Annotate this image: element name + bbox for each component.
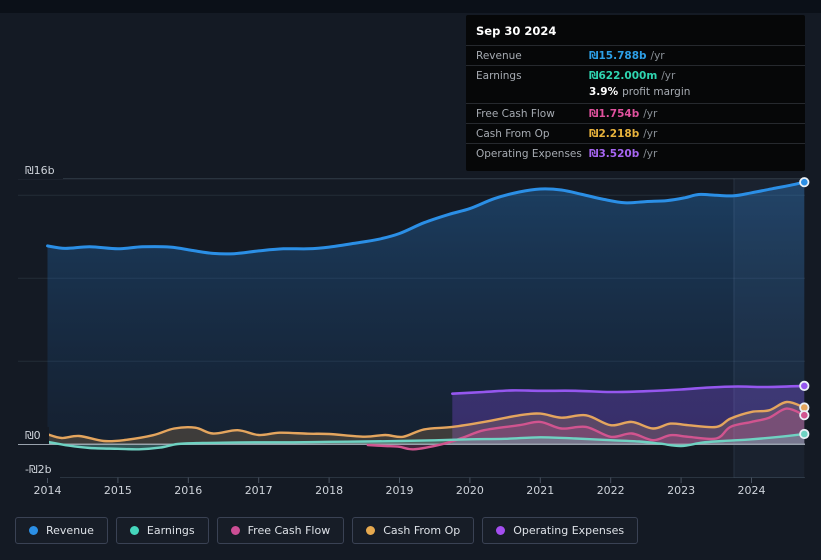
tooltip-date: Sep 30 2024 [466, 15, 805, 45]
legend-item-earnings[interactable]: Earnings [116, 517, 209, 544]
y-axis-label--2: -₪2b [18, 461, 60, 478]
profit-margin-text: profit margin [622, 86, 690, 98]
x-axis-label-2022: 2022 [597, 484, 625, 497]
tooltip-suffix: /yr [643, 108, 657, 120]
cashop-legend-dot-icon [366, 526, 375, 535]
tooltip-label: Revenue [476, 50, 589, 62]
x-axis-label-2024: 2024 [738, 484, 766, 497]
x-axis-label-2016: 2016 [174, 484, 202, 497]
data-tooltip: Sep 30 2024 Revenue₪15.788b/yrEarnings₪6… [466, 15, 805, 171]
tooltip-label: Free Cash Flow [476, 108, 589, 120]
earnings-endpoint-dot [800, 430, 808, 438]
tooltip-label: Operating Expenses [476, 148, 589, 160]
x-axis-label-2021: 2021 [526, 484, 554, 497]
tooltip-value: ₪622.000m [589, 70, 657, 82]
opex-endpoint-dot [800, 382, 808, 390]
legend-label: Operating Expenses [513, 524, 624, 537]
legend-label: Cash From Op [383, 524, 460, 537]
tooltip-row-operating-expenses: Operating Expenses₪3.520b/yr [466, 143, 805, 163]
earnings-legend-dot-icon [130, 526, 139, 535]
y-axis-label-0: ₪0 [18, 427, 49, 444]
tooltip-row-cash-from-op: Cash From Op₪2.218b/yr [466, 123, 805, 143]
x-axis-label-2017: 2017 [245, 484, 273, 497]
opex-legend-dot-icon [496, 526, 505, 535]
y-axis-label-16: ₪16b [18, 162, 63, 179]
legend-item-cashop[interactable]: Cash From Op [352, 517, 474, 544]
tooltip-suffix: /yr [643, 148, 657, 160]
legend-item-opex[interactable]: Operating Expenses [482, 517, 638, 544]
tooltip-label: Cash From Op [476, 128, 589, 140]
tooltip-value: ₪3.520b [589, 148, 639, 160]
tooltip-suffix: /yr [643, 128, 657, 140]
revenue-endpoint-dot [800, 178, 808, 186]
tooltip-suffix: /yr [661, 70, 675, 82]
tooltip-row-earnings: Earnings₪622.000m/yr [466, 65, 805, 85]
x-axis-label-2020: 2020 [456, 484, 484, 497]
legend-label: Earnings [147, 524, 195, 537]
x-axis-label-2015: 2015 [104, 484, 132, 497]
legend-item-revenue[interactable]: Revenue [15, 517, 108, 544]
tooltip-profit-margin: 3.9% profit margin [466, 85, 805, 103]
tooltip-value: ₪15.788b [589, 50, 647, 62]
profit-margin-pct: 3.9% [589, 86, 618, 98]
tooltip-label: Earnings [476, 70, 589, 82]
chart-legend: Revenue Earnings Free Cash Flow Cash From O… [15, 517, 638, 544]
tooltip-value: ₪2.218b [589, 128, 639, 140]
legend-label: Free Cash Flow [248, 524, 331, 537]
x-axis-label-2014: 2014 [34, 484, 62, 497]
tooltip-row-revenue: Revenue₪15.788b/yr [466, 45, 805, 65]
revenue-legend-dot-icon [29, 526, 38, 535]
x-axis-label-2023: 2023 [667, 484, 695, 497]
x-axis-label-2018: 2018 [315, 484, 343, 497]
fcf-endpoint-dot [800, 411, 808, 419]
financial-chart-page: ₪16b ₪0 -₪2b 2014 2015 2016 2017 2018 2019 2020 2… [0, 0, 821, 560]
tooltip-row-free-cash-flow: Free Cash Flow₪1.754b/yr [466, 103, 805, 123]
tooltip-value: ₪1.754b [589, 108, 639, 120]
recent-period-band [734, 179, 804, 478]
x-axis-label-2019: 2019 [386, 484, 414, 497]
legend-item-fcf[interactable]: Free Cash Flow [217, 517, 345, 544]
fcf-legend-dot-icon [231, 526, 240, 535]
tooltip-suffix: /yr [651, 50, 665, 62]
legend-label: Revenue [46, 524, 94, 537]
